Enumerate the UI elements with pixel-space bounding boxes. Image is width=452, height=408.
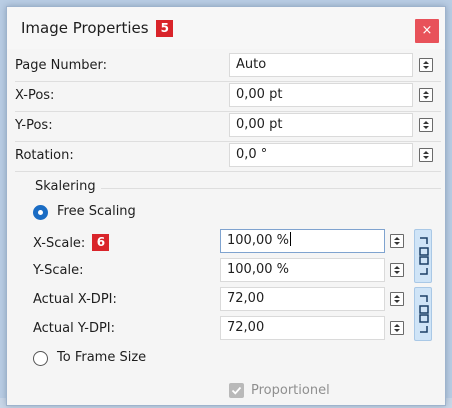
page-number-spinner-icon[interactable] <box>419 58 433 72</box>
x-dpi-field[interactable]: 72,00 <box>220 287 385 311</box>
y-pos-label: Y-Pos: <box>15 118 53 133</box>
chain-link-icon <box>419 237 429 275</box>
title-bar: Image Properties 5 × <box>7 7 445 49</box>
proportional-checkbox[interactable] <box>229 383 244 398</box>
x-pos-field[interactable]: 0,00 pt <box>229 83 413 107</box>
page-number-label: Page Number: <box>15 58 107 73</box>
row-divider <box>15 81 441 82</box>
page-number-field[interactable]: Auto <box>229 53 413 77</box>
y-scale-spinner-icon[interactable] <box>390 263 404 277</box>
y-pos-spinner-icon[interactable] <box>419 118 433 132</box>
text-caret <box>289 232 291 246</box>
y-dpi-label: Actual Y-DPI: <box>33 321 116 336</box>
rotation-field[interactable]: 0,0 ° <box>229 143 413 167</box>
free-scaling-radio[interactable] <box>33 205 48 220</box>
image-properties-dialog: Image Properties 5 × Page Number: Auto X… <box>6 6 446 406</box>
x-pos-label: X-Pos: <box>15 88 55 103</box>
y-dpi-field[interactable]: 72,00 <box>220 316 385 340</box>
x-scale-field[interactable]: 100,00 % <box>220 229 385 253</box>
rotation-spinner-icon[interactable] <box>419 148 433 162</box>
chain-link-icon <box>419 295 429 333</box>
y-scale-label: Y-Scale: <box>33 263 84 278</box>
group-divider <box>101 188 441 189</box>
dialog-title-text: Image Properties <box>21 19 149 37</box>
close-button[interactable]: × <box>415 19 439 43</box>
row-divider <box>15 141 441 142</box>
checkmark-icon <box>231 386 242 395</box>
x-dpi-spinner-icon[interactable] <box>390 292 404 306</box>
step-marker-5: 5 <box>156 20 174 37</box>
to-frame-size-radio[interactable] <box>33 351 48 366</box>
rotation-label: Rotation: <box>15 148 74 163</box>
x-dpi-label: Actual X-DPI: <box>33 292 117 307</box>
x-scale-spinner-icon[interactable] <box>390 234 404 248</box>
row-divider <box>15 171 441 172</box>
row-divider <box>15 111 441 112</box>
scaling-group-label: Skalering <box>35 179 96 194</box>
free-scaling-label: Free Scaling <box>57 204 136 219</box>
proportional-label: Proportionel <box>251 383 330 398</box>
y-pos-field[interactable]: 0,00 pt <box>229 113 413 137</box>
y-dpi-spinner-icon[interactable] <box>390 321 404 335</box>
x-scale-value: 100,00 % <box>227 233 289 248</box>
y-scale-field[interactable]: 100,00 % <box>220 258 385 282</box>
dialog-title: Image Properties 5 <box>21 19 174 37</box>
to-frame-size-label: To Frame Size <box>57 350 147 365</box>
x-pos-spinner-icon[interactable] <box>419 88 433 102</box>
x-scale-label: X-Scale: 6 <box>33 234 110 251</box>
close-icon: × <box>421 23 433 38</box>
dpi-chain-link-toggle[interactable] <box>414 287 432 341</box>
x-scale-label-text: X-Scale: <box>33 236 86 251</box>
step-marker-6: 6 <box>92 234 110 251</box>
scale-chain-link-toggle[interactable] <box>414 229 432 283</box>
